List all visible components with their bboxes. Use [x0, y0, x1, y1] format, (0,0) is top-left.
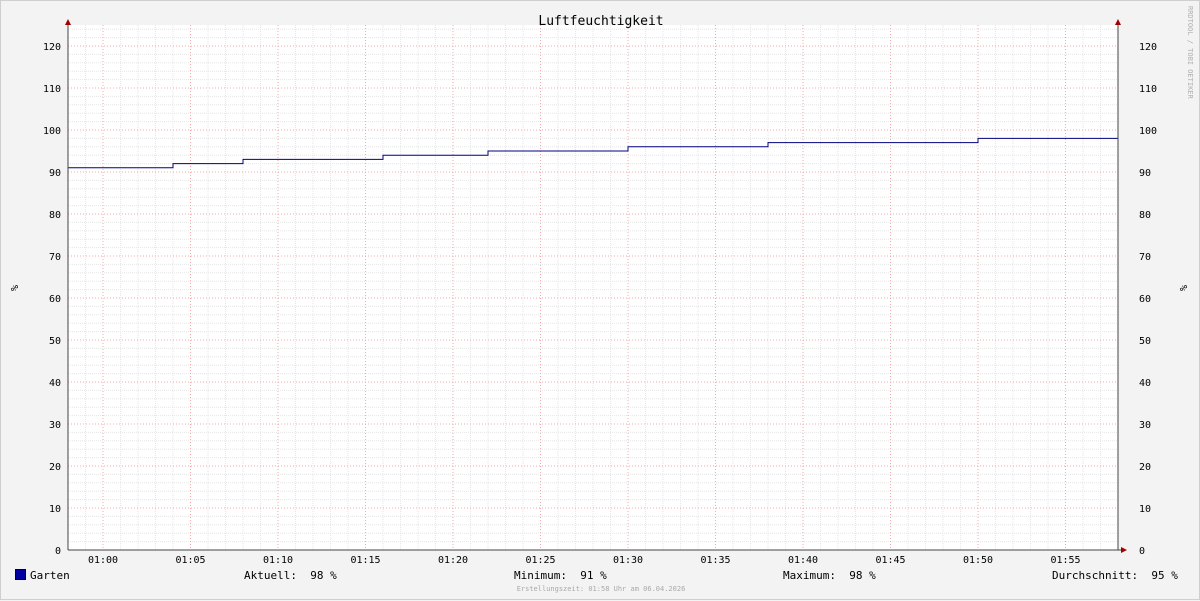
legend-series: Garten: [15, 569, 70, 582]
y-tick-label-right: 30: [1139, 420, 1151, 431]
x-axis-arrow: [1121, 547, 1127, 553]
y-tick-label-left: 100: [43, 126, 61, 137]
y-tick-label-left: 110: [43, 84, 61, 95]
y-tick-label-left: 0: [55, 546, 61, 557]
x-tick-label: 01:40: [788, 555, 818, 566]
y-tick-label-right: 90: [1139, 168, 1151, 179]
y-ticks-right: 0 10 20 30 40 50 60 70 80 90 100 110 120: [1139, 42, 1157, 557]
x-tick-label: 01:45: [875, 555, 905, 566]
y-tick-label-left: 10: [49, 504, 61, 515]
y-axis-label-left: %: [8, 285, 19, 291]
y-axis-arrow-right: [1115, 19, 1121, 25]
y-tick-label-left: 90: [49, 168, 61, 179]
legend-average: Durchschnitt: 95 %: [1052, 569, 1178, 582]
y-tick-label-left: 60: [49, 294, 61, 305]
x-tick-label: 01:50: [963, 555, 993, 566]
legend-minimum: Minimum: 91 %: [514, 569, 607, 582]
minor-grid: [68, 25, 1118, 550]
watermark: RRDTOOL / TOBI OETIKER: [1186, 6, 1194, 100]
y-tick-label-right: 100: [1139, 126, 1157, 137]
y-tick-label-left: 80: [49, 210, 61, 221]
x-tick-label: 01:10: [263, 555, 293, 566]
y-tick-label-right: 110: [1139, 84, 1157, 95]
x-tick-label: 01:15: [350, 555, 380, 566]
x-tick-label: 01:30: [613, 555, 643, 566]
y-axis-label-right: %: [1177, 285, 1188, 291]
y-tick-label-right: 50: [1139, 336, 1151, 347]
x-tick-label: 01:55: [1050, 555, 1080, 566]
y-tick-label-left: 20: [49, 462, 61, 473]
x-tick-label: 01:25: [525, 555, 555, 566]
y-tick-label-left: 120: [43, 42, 61, 53]
x-tick-label: 01:00: [88, 555, 118, 566]
y-tick-label-right: 40: [1139, 378, 1151, 389]
legend-current: Aktuell: 98 %: [244, 569, 337, 582]
x-tick-label: 01:05: [175, 555, 205, 566]
y-axis-arrow-left: [65, 19, 71, 25]
footer-timestamp: Erstellungszeit: 01:58 Uhr am 06.04.2026: [516, 585, 686, 593]
y-tick-label-right: 70: [1139, 252, 1151, 263]
x-tick-label: 01:35: [700, 555, 730, 566]
y-tick-label-right: 80: [1139, 210, 1151, 221]
chart-title: Luftfeuchtigkeit: [538, 14, 663, 29]
y-tick-label-right: 120: [1139, 42, 1157, 53]
x-tick-label: 01:20: [438, 555, 468, 566]
chart: Luftfeuchtigkeit RRDTOOL / TOBI OETIKER …: [8, 6, 1194, 566]
legend-swatch: [15, 569, 26, 580]
y-tick-label-right: 10: [1139, 504, 1151, 515]
legend-maximum: Maximum: 98 %: [783, 569, 876, 582]
y-tick-label-left: 30: [49, 420, 61, 431]
legend-series-label: Garten: [30, 569, 70, 582]
chart-frame: Luftfeuchtigkeit RRDTOOL / TOBI OETIKER …: [0, 0, 1200, 600]
y-tick-label-right: 20: [1139, 462, 1151, 473]
y-tick-label-left: 50: [49, 336, 61, 347]
y-tick-label-right: 60: [1139, 294, 1151, 305]
y-tick-label-left: 70: [49, 252, 61, 263]
y-tick-label-left: 40: [49, 378, 61, 389]
x-ticks: 01:00 01:05 01:10 01:15 01:20 01:25 01:30 01:35…: [88, 555, 1081, 566]
y-tick-label-right: 0: [1139, 546, 1145, 557]
y-ticks-left: 0 10 20 30 40 50 60 70 80 90 100 110 120: [43, 42, 61, 557]
